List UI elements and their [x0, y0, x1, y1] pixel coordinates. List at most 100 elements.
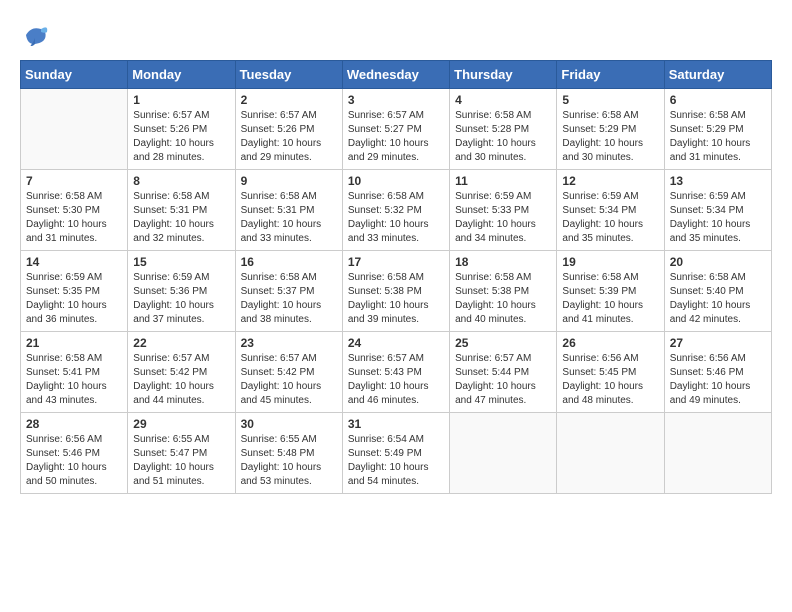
- day-info: Sunrise: 6:57 AM Sunset: 5:42 PM Dayligh…: [133, 352, 229, 408]
- logo: [20, 20, 54, 50]
- day-number: 19: [562, 255, 658, 269]
- day-number: 18: [455, 255, 551, 269]
- week-row-5: 28 Sunrise: 6:56 AM Sunset: 5:46 PM Dayli…: [21, 413, 772, 494]
- day-info: Sunrise: 6:58 AM Sunset: 5:29 PM Dayligh…: [562, 109, 658, 165]
- day-cell: 23 Sunrise: 6:57 AM Sunset: 5:42 PM Dayli…: [235, 332, 342, 413]
- day-cell: 13 Sunrise: 6:59 AM Sunset: 5:34 PM Dayli…: [664, 170, 771, 251]
- day-cell: 26 Sunrise: 6:56 AM Sunset: 5:45 PM Dayli…: [557, 332, 664, 413]
- day-info: Sunrise: 6:57 AM Sunset: 5:27 PM Dayligh…: [348, 109, 444, 165]
- day-cell: 22 Sunrise: 6:57 AM Sunset: 5:42 PM Dayli…: [128, 332, 235, 413]
- day-info: Sunrise: 6:56 AM Sunset: 5:45 PM Dayligh…: [562, 352, 658, 408]
- day-number: 23: [241, 336, 337, 350]
- day-info: Sunrise: 6:59 AM Sunset: 5:35 PM Dayligh…: [26, 271, 122, 327]
- day-cell: 20 Sunrise: 6:58 AM Sunset: 5:40 PM Dayli…: [664, 251, 771, 332]
- day-info: Sunrise: 6:58 AM Sunset: 5:38 PM Dayligh…: [455, 271, 551, 327]
- header-monday: Monday: [128, 61, 235, 89]
- day-number: 3: [348, 93, 444, 107]
- day-cell: 10 Sunrise: 6:58 AM Sunset: 5:32 PM Dayli…: [342, 170, 449, 251]
- day-cell: 3 Sunrise: 6:57 AM Sunset: 5:27 PM Daylig…: [342, 89, 449, 170]
- day-info: Sunrise: 6:55 AM Sunset: 5:47 PM Dayligh…: [133, 433, 229, 489]
- day-number: 12: [562, 174, 658, 188]
- day-cell: 14Sunrise: 6:59 AM Sunset: 5:35 PM Dayli…: [21, 251, 128, 332]
- header-tuesday: Tuesday: [235, 61, 342, 89]
- day-number: 10: [348, 174, 444, 188]
- day-number: 6: [670, 93, 766, 107]
- day-number: 5: [562, 93, 658, 107]
- day-cell: 29 Sunrise: 6:55 AM Sunset: 5:47 PM Dayli…: [128, 413, 235, 494]
- day-info: Sunrise: 6:58 AM Sunset: 5:38 PM Dayligh…: [348, 271, 444, 327]
- day-number: 29: [133, 417, 229, 431]
- day-number: 25: [455, 336, 551, 350]
- day-cell: 9Sunrise: 6:58 AM Sunset: 5:31 PM Daylig…: [235, 170, 342, 251]
- day-info: Sunrise: 6:56 AM Sunset: 5:46 PM Dayligh…: [670, 352, 766, 408]
- day-info: Sunrise: 6:59 AM Sunset: 5:36 PM Dayligh…: [133, 271, 229, 327]
- day-cell: 6 Sunrise: 6:58 AM Sunset: 5:29 PM Daylig…: [664, 89, 771, 170]
- day-info: Sunrise: 6:57 AM Sunset: 5:26 PM Dayligh…: [241, 109, 337, 165]
- day-number: 28: [26, 417, 122, 431]
- header-saturday: Saturday: [664, 61, 771, 89]
- day-info: Sunrise: 6:55 AM Sunset: 5:48 PM Dayligh…: [241, 433, 337, 489]
- day-info: Sunrise: 6:58 AM Sunset: 5:29 PM Dayligh…: [670, 109, 766, 165]
- day-cell: 4Sunrise: 6:58 AM Sunset: 5:28 PM Daylig…: [450, 89, 557, 170]
- day-info: Sunrise: 6:58 AM Sunset: 5:41 PM Dayligh…: [26, 352, 122, 408]
- day-number: 15: [133, 255, 229, 269]
- day-number: 1: [133, 93, 229, 107]
- week-row-1: 1 Sunrise: 6:57 AM Sunset: 5:26 PM Daylig…: [21, 89, 772, 170]
- day-info: Sunrise: 6:58 AM Sunset: 5:40 PM Dayligh…: [670, 271, 766, 327]
- day-number: 13: [670, 174, 766, 188]
- day-cell: 1 Sunrise: 6:57 AM Sunset: 5:26 PM Daylig…: [128, 89, 235, 170]
- day-number: 7: [26, 174, 122, 188]
- header-friday: Friday: [557, 61, 664, 89]
- day-cell: 30 Sunrise: 6:55 AM Sunset: 5:48 PM Dayli…: [235, 413, 342, 494]
- day-info: Sunrise: 6:54 AM Sunset: 5:49 PM Dayligh…: [348, 433, 444, 489]
- week-row-2: 7Sunrise: 6:58 AM Sunset: 5:30 PM Daylig…: [21, 170, 772, 251]
- day-number: 24: [348, 336, 444, 350]
- week-row-3: 14Sunrise: 6:59 AM Sunset: 5:35 PM Dayli…: [21, 251, 772, 332]
- day-info: Sunrise: 6:59 AM Sunset: 5:33 PM Dayligh…: [455, 190, 551, 246]
- day-info: Sunrise: 6:58 AM Sunset: 5:32 PM Dayligh…: [348, 190, 444, 246]
- day-cell: 17 Sunrise: 6:58 AM Sunset: 5:38 PM Dayli…: [342, 251, 449, 332]
- logo-icon: [20, 20, 50, 50]
- day-info: Sunrise: 6:58 AM Sunset: 5:31 PM Dayligh…: [241, 190, 337, 246]
- day-number: 20: [670, 255, 766, 269]
- day-info: Sunrise: 6:58 AM Sunset: 5:39 PM Dayligh…: [562, 271, 658, 327]
- calendar-table: SundayMondayTuesdayWednesdayThursdayFrid…: [20, 60, 772, 494]
- day-number: 16: [241, 255, 337, 269]
- day-cell: 8 Sunrise: 6:58 AM Sunset: 5:31 PM Daylig…: [128, 170, 235, 251]
- day-number: 21: [26, 336, 122, 350]
- day-info: Sunrise: 6:57 AM Sunset: 5:43 PM Dayligh…: [348, 352, 444, 408]
- day-info: Sunrise: 6:59 AM Sunset: 5:34 PM Dayligh…: [670, 190, 766, 246]
- day-number: 26: [562, 336, 658, 350]
- day-number: 31: [348, 417, 444, 431]
- day-cell: 31 Sunrise: 6:54 AM Sunset: 5:49 PM Dayli…: [342, 413, 449, 494]
- header-thursday: Thursday: [450, 61, 557, 89]
- day-cell: 28 Sunrise: 6:56 AM Sunset: 5:46 PM Dayli…: [21, 413, 128, 494]
- header-sunday: Sunday: [21, 61, 128, 89]
- day-cell: 24 Sunrise: 6:57 AM Sunset: 5:43 PM Dayli…: [342, 332, 449, 413]
- day-cell: [450, 413, 557, 494]
- day-cell: 2Sunrise: 6:57 AM Sunset: 5:26 PM Daylig…: [235, 89, 342, 170]
- day-info: Sunrise: 6:58 AM Sunset: 5:31 PM Dayligh…: [133, 190, 229, 246]
- day-info: Sunrise: 6:59 AM Sunset: 5:34 PM Dayligh…: [562, 190, 658, 246]
- day-cell: 27 Sunrise: 6:56 AM Sunset: 5:46 PM Dayli…: [664, 332, 771, 413]
- day-info: Sunrise: 6:57 AM Sunset: 5:26 PM Dayligh…: [133, 109, 229, 165]
- day-cell: [21, 89, 128, 170]
- day-number: 11: [455, 174, 551, 188]
- day-number: 30: [241, 417, 337, 431]
- day-cell: 15 Sunrise: 6:59 AM Sunset: 5:36 PM Dayli…: [128, 251, 235, 332]
- day-cell: 5 Sunrise: 6:58 AM Sunset: 5:29 PM Daylig…: [557, 89, 664, 170]
- day-info: Sunrise: 6:56 AM Sunset: 5:46 PM Dayligh…: [26, 433, 122, 489]
- day-cell: 12 Sunrise: 6:59 AM Sunset: 5:34 PM Dayli…: [557, 170, 664, 251]
- day-cell: 11 Sunrise: 6:59 AM Sunset: 5:33 PM Dayli…: [450, 170, 557, 251]
- week-row-4: 21 Sunrise: 6:58 AM Sunset: 5:41 PM Dayli…: [21, 332, 772, 413]
- day-info: Sunrise: 6:58 AM Sunset: 5:28 PM Dayligh…: [455, 109, 551, 165]
- day-cell: [557, 413, 664, 494]
- header-wednesday: Wednesday: [342, 61, 449, 89]
- day-number: 17: [348, 255, 444, 269]
- day-cell: 25Sunrise: 6:57 AM Sunset: 5:44 PM Dayli…: [450, 332, 557, 413]
- day-number: 22: [133, 336, 229, 350]
- day-cell: 18 Sunrise: 6:58 AM Sunset: 5:38 PM Dayli…: [450, 251, 557, 332]
- day-info: Sunrise: 6:57 AM Sunset: 5:42 PM Dayligh…: [241, 352, 337, 408]
- day-number: 27: [670, 336, 766, 350]
- day-number: 8: [133, 174, 229, 188]
